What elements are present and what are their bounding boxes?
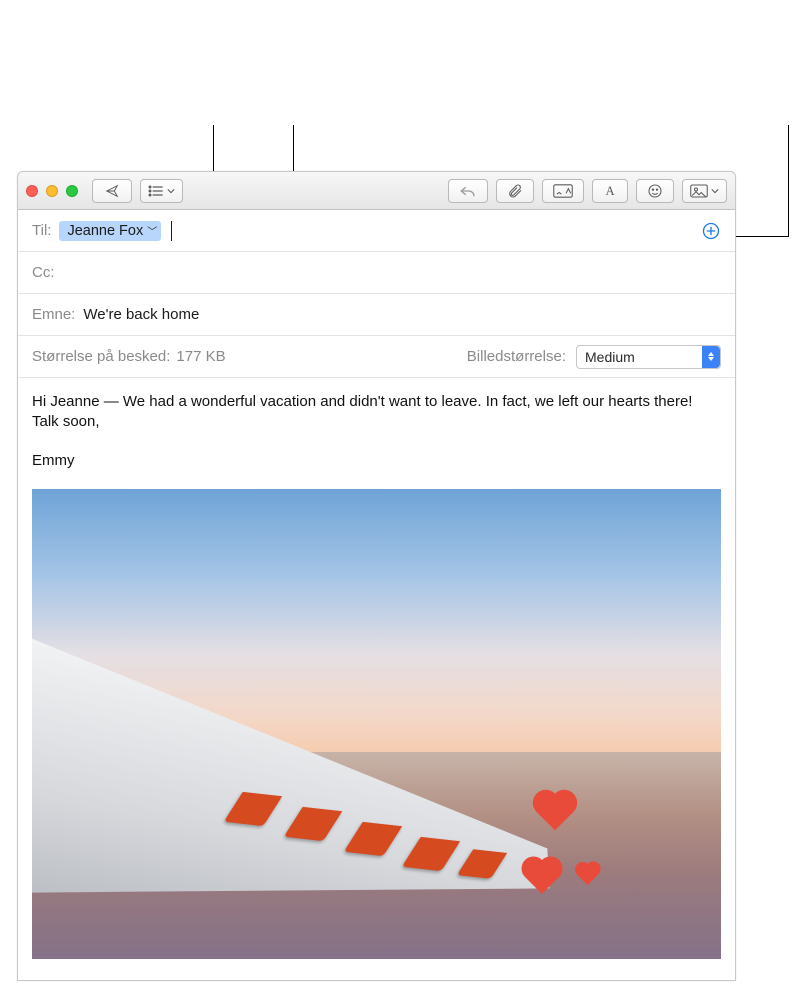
chevron-down-icon <box>167 188 175 194</box>
attached-image[interactable] <box>32 489 721 959</box>
titlebar: A <box>18 172 735 210</box>
subject-row[interactable]: Emne: <box>18 294 735 336</box>
send-button[interactable] <box>92 179 132 203</box>
reply-icon <box>459 184 477 198</box>
image-size-label: Billedstørrelse: <box>467 348 566 365</box>
recipient-chip[interactable]: Jeanne Fox ﹀ <box>59 221 161 241</box>
message-body[interactable]: Hi Jeanne — We had a wonderful vacation … <box>18 378 735 959</box>
photo-browser-button[interactable] <box>682 179 727 203</box>
body-paragraph: Hi Jeanne — We had a wonderful vacation … <box>32 392 721 433</box>
attach-button[interactable] <box>496 179 534 203</box>
select-stepper-icon <box>702 346 720 368</box>
list-icon <box>148 185 164 197</box>
image-size-select[interactable]: Medium <box>576 345 721 369</box>
chevron-down-icon <box>711 188 719 194</box>
chevron-down-icon: ﹀ <box>147 223 157 238</box>
image-size-value: Medium <box>585 349 635 365</box>
header-fields-button[interactable] <box>140 179 183 203</box>
recipient-name: Jeanne Fox <box>67 223 143 239</box>
photos-icon <box>690 184 708 198</box>
emoji-icon <box>647 183 663 199</box>
subject-input[interactable] <box>83 306 721 323</box>
svg-text:A: A <box>605 184 614 198</box>
message-size-label: Størrelse på besked: <box>32 348 170 365</box>
send-icon <box>103 184 121 198</box>
message-size-value: 177 KB <box>176 348 225 365</box>
to-row[interactable]: Til: Jeanne Fox ﹀ <box>18 210 735 252</box>
header-fields: Til: Jeanne Fox ﹀ Cc: Emne: Størrelse på… <box>18 210 735 378</box>
text-cursor <box>171 221 172 241</box>
window-controls <box>26 185 78 197</box>
add-contact-button[interactable] <box>701 221 721 241</box>
minimize-window-button[interactable] <box>46 185 58 197</box>
format-button[interactable]: A <box>592 179 628 203</box>
format-text-icon: A <box>603 184 617 198</box>
zoom-window-button[interactable] <box>66 185 78 197</box>
subject-label: Emne: <box>32 306 75 323</box>
compose-window: A Til: Jeanne Fox ﹀ <box>17 171 736 981</box>
close-window-button[interactable] <box>26 185 38 197</box>
emoji-button[interactable] <box>636 179 674 203</box>
markup-icon <box>553 184 573 198</box>
cc-row[interactable]: Cc: <box>18 252 735 294</box>
to-label: Til: <box>32 222 51 239</box>
size-row: Størrelse på besked: 177 KB Billedstørre… <box>18 336 735 378</box>
markup-button[interactable] <box>542 179 584 203</box>
paperclip-icon <box>507 183 523 199</box>
body-signature: Emmy <box>32 451 721 471</box>
cc-label: Cc: <box>32 264 55 281</box>
reply-button[interactable] <box>448 179 488 203</box>
